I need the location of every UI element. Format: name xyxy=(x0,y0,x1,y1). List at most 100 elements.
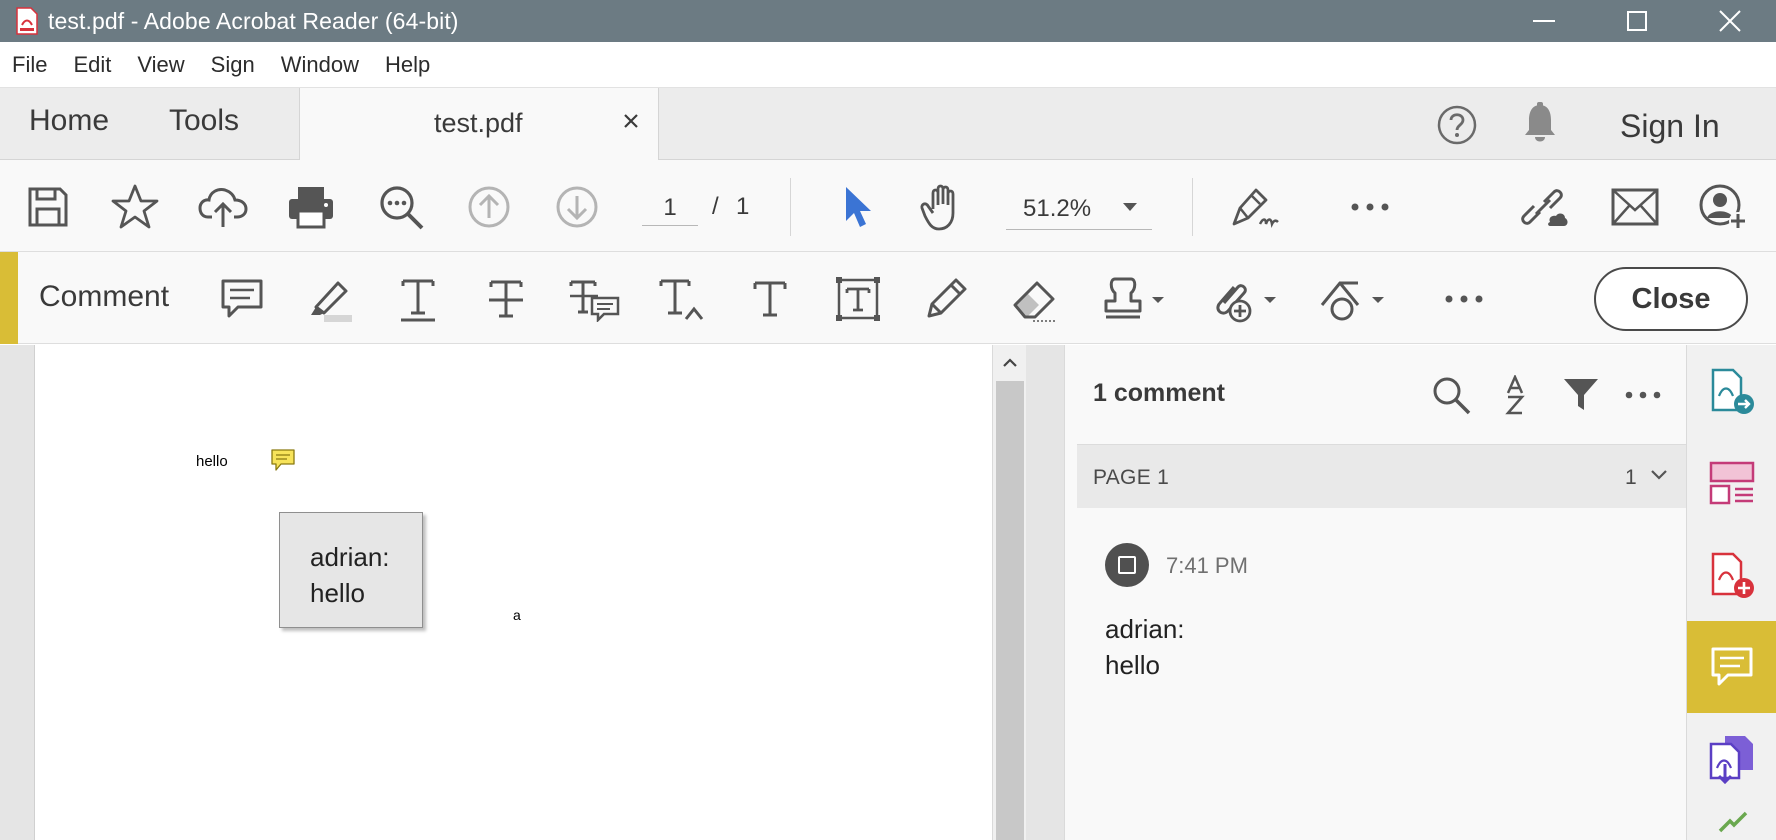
document-tab-label: test.pdf xyxy=(434,108,523,138)
arrow-down-circle-icon xyxy=(556,186,598,228)
more-tools-button[interactable] xyxy=(1345,182,1395,232)
paperclip-add-icon xyxy=(1216,284,1276,323)
comment-timestamp: 7:41 PM xyxy=(1166,553,1248,578)
text-box-button[interactable] xyxy=(832,274,884,324)
bookmark-star-button[interactable] xyxy=(110,182,160,232)
page-separator: / xyxy=(712,193,719,220)
sticky-note-icon xyxy=(221,279,263,318)
strikethrough-button[interactable] xyxy=(480,274,532,324)
comment-tool-button[interactable] xyxy=(1687,621,1776,713)
comments-pane: 1 comment PAGE 1 1 7:41 PM adrian: hello xyxy=(1064,345,1687,840)
cursor-arrow-icon xyxy=(846,187,871,227)
cloud-upload-icon xyxy=(198,188,248,227)
window-title: test.pdf - Adobe Acrobat Reader (64-bit) xyxy=(48,7,459,34)
next-page-button[interactable] xyxy=(552,182,602,232)
menu-file[interactable]: File xyxy=(12,52,47,78)
search-comments-button[interactable] xyxy=(1429,373,1473,417)
print-button[interactable] xyxy=(286,182,336,232)
comment-body[interactable]: adrian: hello xyxy=(1105,611,1185,683)
menu-help[interactable]: Help xyxy=(385,52,430,78)
maximize-button[interactable] xyxy=(1590,0,1683,42)
sort-comments-button[interactable] xyxy=(1493,373,1537,417)
more-comment-options-button[interactable] xyxy=(1621,373,1665,417)
save-icon xyxy=(28,187,68,227)
upload-cloud-button[interactable] xyxy=(198,182,248,232)
fill-sign-button[interactable] xyxy=(1230,182,1280,232)
sticky-note-button[interactable] xyxy=(216,274,268,324)
search-button[interactable] xyxy=(376,182,426,232)
title-bar: test.pdf - Adobe Acrobat Reader (64-bit) xyxy=(0,0,1776,42)
notification-bell-icon[interactable] xyxy=(1520,102,1560,144)
filter-comments-button[interactable] xyxy=(1559,373,1603,417)
add-user-button[interactable] xyxy=(1698,182,1748,232)
replace-text-button[interactable] xyxy=(568,274,620,324)
main-toolbar: / 1 51.2% xyxy=(0,160,1776,252)
email-button[interactable] xyxy=(1610,182,1660,232)
popup-author: adrian: xyxy=(310,542,390,572)
close-comment-button[interactable]: Close xyxy=(1594,267,1748,331)
close-window-button[interactable] xyxy=(1683,0,1776,42)
stamp-button[interactable] xyxy=(1100,274,1168,324)
sort-az-icon xyxy=(1505,375,1525,415)
sticky-note-annotation-icon[interactable] xyxy=(271,449,295,471)
insert-caret-t-icon xyxy=(659,279,704,320)
zoom-dropdown[interactable]: 51.2% xyxy=(1006,186,1152,230)
menu-sign[interactable]: Sign xyxy=(211,52,255,78)
sign-in-button[interactable]: Sign In xyxy=(1620,108,1720,145)
envelope-icon xyxy=(1611,188,1659,226)
pencil-icon xyxy=(927,278,967,318)
toolbar-divider xyxy=(1192,178,1193,236)
tab-tools[interactable]: Tools xyxy=(169,104,239,138)
attach-file-button[interactable] xyxy=(1208,274,1282,324)
pdf-page[interactable]: hello adrian: hello a xyxy=(34,345,992,840)
current-page-input[interactable] xyxy=(642,190,698,226)
export-pdf-icon xyxy=(1711,368,1754,414)
add-text-button[interactable] xyxy=(744,274,796,324)
create-pdf-button[interactable] xyxy=(1687,529,1776,621)
more-comment-tools-button[interactable] xyxy=(1438,274,1490,324)
right-tools-rail xyxy=(1686,345,1776,840)
eraser-button[interactable] xyxy=(1008,274,1060,324)
help-icon[interactable] xyxy=(1436,104,1478,146)
hand-tool-button[interactable] xyxy=(918,182,968,232)
comment-author: adrian: xyxy=(1105,614,1185,644)
scrollbar-thumb[interactable] xyxy=(996,381,1024,840)
popup-text: hello xyxy=(310,578,365,608)
scroll-up-button[interactable] xyxy=(993,345,1027,379)
caret-down-icon xyxy=(1123,203,1137,211)
draw-pencil-button[interactable] xyxy=(920,274,972,324)
tab-home[interactable]: Home xyxy=(29,104,109,138)
insert-text-button[interactable] xyxy=(656,274,708,324)
share-link-button[interactable] xyxy=(1520,182,1570,232)
hand-icon xyxy=(920,184,955,231)
combine-files-button[interactable] xyxy=(1687,713,1776,805)
save-button[interactable] xyxy=(23,182,73,232)
menu-edit[interactable]: Edit xyxy=(73,52,111,78)
pdf-text-a: a xyxy=(513,607,521,623)
fill-sign-tool-button[interactable] xyxy=(1687,805,1776,840)
comment-popup[interactable]: adrian: hello xyxy=(279,512,423,628)
menu-window[interactable]: Window xyxy=(281,52,359,78)
menu-bar: File Edit View Sign Window Help xyxy=(0,42,1776,88)
underline-text-button[interactable] xyxy=(392,274,444,324)
close-icon xyxy=(1718,10,1741,32)
comment-count: 1 comment xyxy=(1093,379,1225,407)
select-tool-button[interactable] xyxy=(832,182,882,232)
highlight-button[interactable] xyxy=(304,274,356,324)
search-icon xyxy=(1433,377,1471,415)
filter-funnel-icon xyxy=(1564,379,1598,410)
document-scrollbar[interactable] xyxy=(992,345,1026,840)
shapes-button[interactable] xyxy=(1318,274,1392,324)
export-pdf-button[interactable] xyxy=(1687,345,1776,437)
close-tab-button[interactable] xyxy=(618,108,644,134)
link-cloud-icon xyxy=(1521,189,1568,226)
arrow-up-circle-icon xyxy=(468,186,510,228)
minimize-button[interactable] xyxy=(1497,0,1590,42)
previous-page-button[interactable] xyxy=(464,182,514,232)
menu-view[interactable]: View xyxy=(137,52,184,78)
comments-page-header[interactable]: PAGE 1 1 xyxy=(1077,444,1687,508)
zoom-value: 51.2% xyxy=(1023,195,1092,222)
edit-pdf-button[interactable] xyxy=(1687,437,1776,529)
tab-document[interactable]: test.pdf xyxy=(299,88,659,161)
close-icon xyxy=(624,114,638,128)
